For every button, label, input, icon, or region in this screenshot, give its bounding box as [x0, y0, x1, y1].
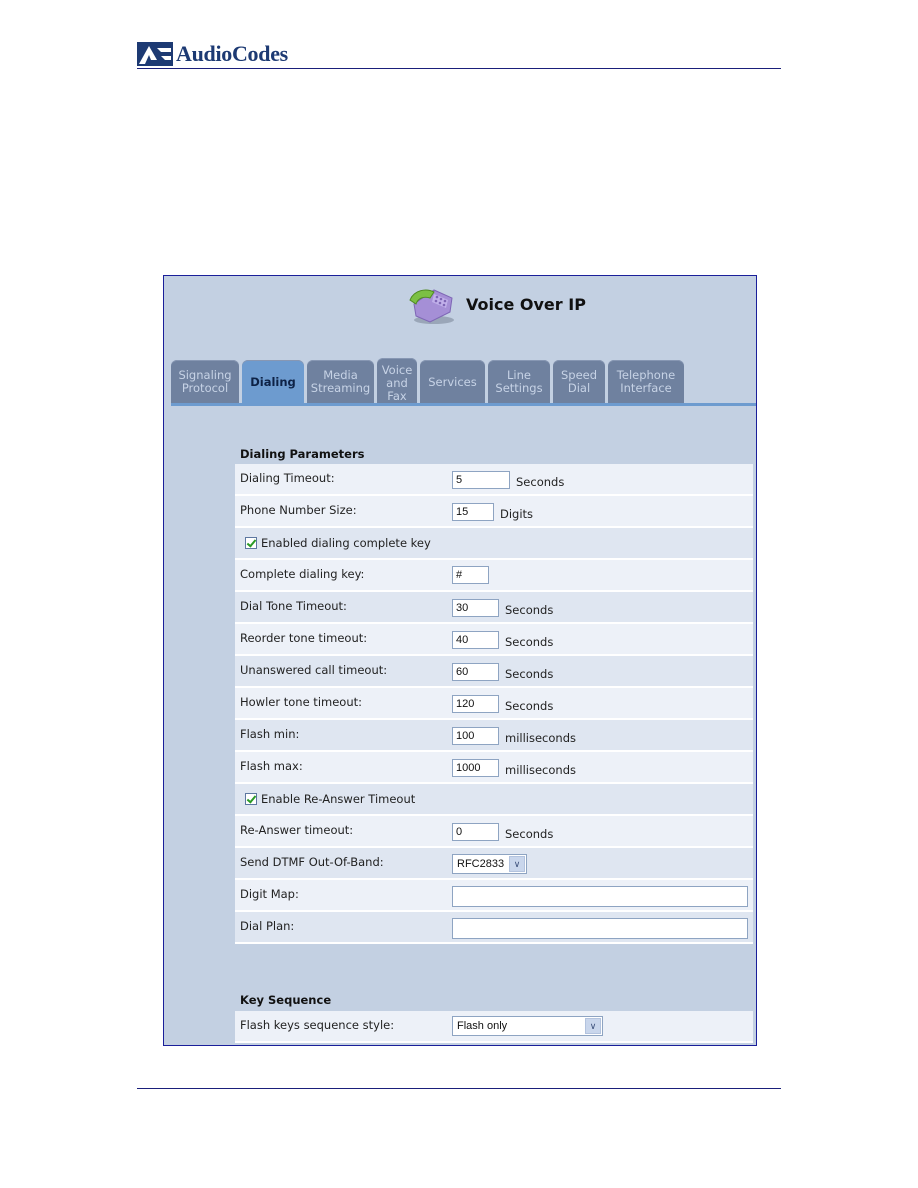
tab-label: Speed Dial — [560, 368, 598, 395]
unit-label: Seconds — [505, 667, 554, 681]
field-label: Reorder tone timeout: — [240, 631, 368, 645]
dialing-parameters-form: Dialing Timeout: 5 Seconds Phone Number S… — [235, 464, 753, 944]
voip-config-panel: Voice Over IP Signaling Protocol Dialing… — [163, 275, 757, 1046]
row-unanswered-call-timeout: Unanswered call timeout: 60 Seconds — [235, 656, 753, 688]
reorder-tone-timeout-input[interactable]: 40 — [452, 630, 499, 649]
row-flash-keys-style: Flash keys sequence style: Flash only ∨ — [235, 1011, 753, 1043]
unit-label: milliseconds — [505, 763, 576, 777]
header-divider — [137, 68, 781, 69]
tab-label: Services — [428, 374, 477, 389]
flash-max-input[interactable]: 1000 — [452, 758, 499, 777]
flash-min-input[interactable]: 100 — [452, 726, 499, 745]
row-flash-max: Flash max: 1000 milliseconds — [235, 752, 753, 784]
enabled-complete-key-checkbox[interactable] — [245, 537, 257, 549]
row-digit-map: Digit Map: — [235, 880, 753, 912]
reanswer-timeout-input[interactable]: 0 — [452, 822, 499, 841]
tab-line-settings[interactable]: Line Settings — [488, 360, 550, 404]
select-value: Flash only — [457, 1020, 508, 1032]
tab-underline — [171, 403, 756, 406]
tab-media-streaming[interactable]: Media Streaming — [307, 360, 374, 404]
panel-header: Voice Over IP — [404, 282, 586, 326]
digit-map-input[interactable] — [452, 886, 748, 907]
field-label: Flash keys sequence style: — [240, 1018, 395, 1032]
tab-speed-dial[interactable]: Speed Dial — [553, 360, 605, 404]
select-value: RFC2833 — [457, 858, 505, 870]
field-label: Complete dialing key: — [240, 567, 365, 581]
field-label: Flash min: — [240, 727, 300, 741]
dialing-timeout-input[interactable]: 5 — [452, 470, 510, 489]
unit-label: Seconds — [505, 827, 554, 841]
audiocodes-logo: AudioCodes — [137, 40, 288, 68]
dial-plan-input[interactable] — [452, 918, 748, 939]
row-send-dtmf: Send DTMF Out-Of-Band: RFC2833 ∨ — [235, 848, 753, 880]
audiocodes-logo-icon — [137, 42, 173, 66]
checkbox-label: Enable Re-Answer Timeout — [261, 792, 416, 806]
field-label: Re-Answer timeout: — [240, 823, 354, 837]
field-label: Howler tone timeout: — [240, 695, 362, 709]
telephone-icon — [404, 282, 460, 326]
section-title-dialing-parameters: Dialing Parameters — [240, 447, 365, 461]
field-label: Unanswered call timeout: — [240, 663, 388, 677]
row-dialing-timeout: Dialing Timeout: 5 Seconds — [235, 464, 753, 496]
tab-services[interactable]: Services — [420, 360, 485, 404]
phone-number-size-input[interactable]: 15 — [452, 502, 494, 521]
tab-telephone-interface[interactable]: Telephone Interface — [608, 360, 684, 404]
row-howler-tone-timeout: Howler tone timeout: 120 Seconds — [235, 688, 753, 720]
tab-bar: Signaling Protocol Dialing Media Streami… — [171, 358, 684, 404]
dial-tone-timeout-input[interactable]: 30 — [452, 598, 499, 617]
unit-label: Seconds — [505, 635, 554, 649]
row-flash-min: Flash min: 100 milliseconds — [235, 720, 753, 752]
brand-name: AudioCodes — [176, 41, 288, 66]
row-dial-plan: Dial Plan: — [235, 912, 753, 944]
page-title: Voice Over IP — [466, 294, 586, 314]
row-enabled-complete-key: Enabled dialing complete key — [235, 528, 753, 560]
tab-label: Signaling Protocol — [178, 368, 232, 395]
chevron-down-icon[interactable]: ∨ — [585, 1018, 601, 1034]
tab-voice-and-fax[interactable]: Voice and Fax — [377, 358, 417, 404]
flash-keys-style-select[interactable]: Flash only ∨ — [452, 1016, 603, 1036]
checkbox-label: Enabled dialing complete key — [261, 536, 431, 550]
tab-signaling-protocol[interactable]: Signaling Protocol — [171, 360, 239, 404]
tab-label: Line Settings — [495, 368, 543, 395]
howler-tone-timeout-input[interactable]: 120 — [452, 694, 499, 713]
tab-label: Dialing — [250, 374, 296, 389]
tab-label: Telephone Interface — [616, 368, 676, 395]
send-dtmf-select[interactable]: RFC2833 ∨ — [452, 854, 527, 874]
field-label: Dial Tone Timeout: — [240, 599, 347, 613]
section-title-key-sequence: Key Sequence — [240, 993, 332, 1007]
row-reanswer-timeout: Re-Answer timeout: 0 Seconds — [235, 816, 753, 848]
complete-dialing-key-input[interactable]: # — [452, 566, 489, 584]
chevron-down-icon[interactable]: ∨ — [509, 856, 525, 872]
field-label: Digit Map: — [240, 887, 299, 901]
unit-label: Seconds — [505, 699, 554, 713]
unit-label: milliseconds — [505, 731, 576, 745]
field-label: Send DTMF Out-Of-Band: — [240, 855, 384, 869]
tab-label: Media Streaming — [310, 368, 371, 395]
unanswered-call-timeout-input[interactable]: 60 — [452, 662, 499, 681]
row-reorder-tone-timeout: Reorder tone timeout: 40 Seconds — [235, 624, 753, 656]
tab-label: Voice and Fax — [381, 362, 413, 403]
tab-dialing[interactable]: Dialing — [242, 360, 304, 404]
field-label: Phone Number Size: — [240, 503, 357, 517]
key-sequence-form: Flash keys sequence style: Flash only ∨ — [235, 1011, 753, 1043]
row-enable-reanswer: Enable Re-Answer Timeout — [235, 784, 753, 816]
enable-reanswer-checkbox[interactable] — [245, 793, 257, 805]
footer-divider — [137, 1088, 781, 1089]
unit-label: Digits — [500, 507, 534, 521]
field-label: Dial Plan: — [240, 919, 295, 933]
field-label: Flash max: — [240, 759, 303, 773]
row-phone-number-size: Phone Number Size: 15 Digits — [235, 496, 753, 528]
unit-label: Seconds — [505, 603, 554, 617]
field-label: Dialing Timeout: — [240, 471, 335, 485]
unit-label: Seconds — [516, 475, 565, 489]
row-dial-tone-timeout: Dial Tone Timeout: 30 Seconds — [235, 592, 753, 624]
row-complete-dialing-key: Complete dialing key: # — [235, 560, 753, 592]
